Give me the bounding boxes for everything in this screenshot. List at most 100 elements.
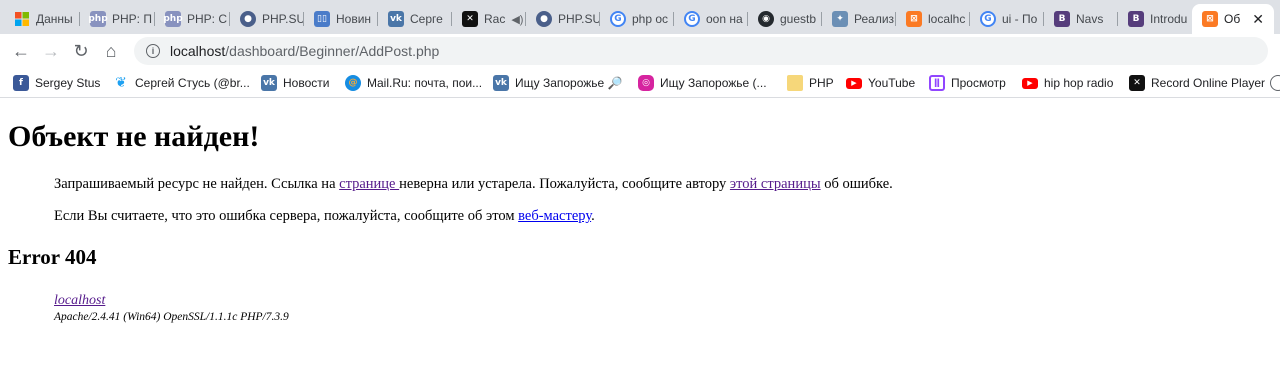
server-address: localhost Apache/2.4.41 (Win64) OpenSSL/… — [54, 291, 289, 323]
google-icon: G — [980, 11, 996, 27]
tab-label: localhc — [928, 12, 966, 26]
trello-icon: ▯▯ — [314, 11, 330, 27]
instagram-icon: ◎ — [638, 75, 654, 91]
tab-label: Новин — [336, 12, 372, 26]
text-segment: . — [591, 208, 595, 224]
bookmark-label: Сергей Стусь (@br... — [135, 76, 250, 90]
text-segment: неверна или устарела. Пожалуйста, сообщи… — [399, 176, 730, 192]
xampp-icon: ⊠ — [1202, 11, 1218, 27]
google-icon: G — [610, 11, 626, 27]
tab-sergey[interactable]: vk Серге — [378, 4, 452, 34]
tab-google-php[interactable]: G php oc — [600, 4, 674, 34]
php-icon: php — [88, 11, 108, 27]
bookmark-label: Просмотр — [951, 76, 1006, 90]
tab-dannye[interactable]: Данны — [4, 4, 80, 34]
bookmark-sergey-stus[interactable]: f Sergey Stus — [13, 73, 100, 93]
puzzle-icon: ✦ — [832, 11, 848, 27]
server-signature: Apache/2.4.41 (Win64) OpenSSL/1.1.1c PHP… — [54, 311, 289, 323]
tab-label: Реализ — [854, 12, 895, 26]
bookmark-folder-php[interactable]: PHP — [787, 73, 834, 93]
twitch-icon: ǁ — [929, 75, 945, 91]
bookmark-novosti[interactable]: vk Новости — [261, 73, 329, 93]
page-content: Объект не найден! Запрашиваемый ресурс н… — [0, 99, 1280, 389]
tab-label: Об — [1224, 12, 1241, 26]
forward-arrow-icon[interactable]: → — [36, 36, 66, 66]
bookmark-label: Mail.Ru: почта, пои... — [367, 76, 483, 90]
close-tab-icon[interactable]: ✕ — [1252, 11, 1264, 28]
tab-label: oon на — [706, 12, 743, 26]
bookmark-record-player[interactable]: ✕ Record Online Player — [1129, 73, 1265, 93]
tab-label: ui - По — [1002, 12, 1038, 26]
back-arrow-icon[interactable]: ← — [6, 36, 36, 66]
tab-phpsu-2[interactable]: ● PHP.SU — [526, 4, 600, 34]
tab-label: PHP: П — [112, 12, 152, 26]
record-icon: ✕ — [1129, 75, 1145, 91]
webmaster-link[interactable]: веб-мастеру — [518, 208, 591, 224]
globe-icon — [1270, 75, 1280, 91]
home-icon[interactable]: ⌂ — [96, 36, 126, 66]
page-author-link[interactable]: этой страницы — [730, 176, 821, 192]
tab-php-1[interactable]: php PHP: П — [80, 4, 155, 34]
text-segment: об ошибке. — [820, 176, 893, 192]
server-home-link[interactable]: localhost — [54, 293, 105, 308]
bookmark-label: Record Online Player — [1151, 76, 1266, 90]
vk-icon: vk — [261, 75, 277, 91]
tab-novosti[interactable]: ▯▯ Новин — [304, 4, 378, 34]
address-bar[interactable]: i localhost/dashboard/Beginner/AddPost.p… — [134, 37, 1268, 65]
bookmark-overflow[interactable] — [1270, 73, 1280, 93]
bookmark-label: Ищу Запорожье 🔎 — [515, 76, 623, 90]
tab-php-2[interactable]: php PHP: С — [155, 4, 230, 34]
bookmark-twitter[interactable]: ❦ Сергей Стусь (@br... — [113, 73, 250, 93]
record-icon: ✕ — [462, 11, 478, 27]
bookmark-mailru[interactable]: @ Mail.Ru: почта, пои... — [345, 73, 482, 93]
bookmark-twitch[interactable]: ǁ Просмотр — [929, 73, 1006, 93]
windows-icon — [14, 11, 30, 27]
tab-github[interactable]: ◉ guestb — [748, 4, 822, 34]
reload-icon[interactable]: ↻ — [66, 36, 96, 66]
bookmarks-bar: f Sergey Stus ❦ Сергей Стусь (@br... vk … — [0, 68, 1280, 98]
bookmark-label: Sergey Stus — [35, 76, 101, 90]
error-code-heading: Error 404 — [8, 245, 97, 269]
url-host: localhost — [170, 43, 226, 59]
tab-localhost[interactable]: ⊠ localhc — [896, 4, 970, 34]
tab-realiz[interactable]: ✦ Реализ — [822, 4, 896, 34]
error-description: Запрашиваемый ресурс не найден. Ссылка н… — [54, 176, 893, 193]
url-path: /dashboard/Beginner/AddPost.php — [225, 43, 440, 59]
tab-radio[interactable]: ✕ Rac ◀) — [452, 4, 526, 34]
facebook-icon: f — [13, 75, 29, 91]
tab-label: Серге — [410, 12, 443, 26]
tab-google-oop[interactable]: G oon на — [674, 4, 748, 34]
tab-label: Introdu — [1150, 12, 1188, 26]
bookmark-label: hip hop radio — [1044, 76, 1114, 90]
tab-navs[interactable]: B Navs — [1044, 4, 1118, 34]
tab-label: PHP: С — [187, 12, 228, 26]
vk-icon: vk — [493, 75, 509, 91]
youtube-icon: ▶ — [1022, 77, 1038, 89]
text-segment: Если Вы считаете, что это ошибка сервера… — [54, 208, 519, 224]
phpsu-icon: ● — [240, 11, 256, 27]
tab-label: Navs — [1076, 12, 1104, 26]
bookmark-hip-hop-radio[interactable]: ▶ hip hop radio — [1022, 73, 1113, 93]
tab-intro[interactable]: B Introdu — [1118, 4, 1192, 34]
bookmark-ishu-zp-instagram[interactable]: ◎ Ищу Запорожье (... — [638, 73, 767, 93]
tab-active-not-found[interactable]: ⊠ Об ✕ — [1192, 4, 1274, 34]
bookmark-label: YouTube — [868, 76, 916, 90]
bookmark-ishu-zp-vk[interactable]: vk Ищу Запорожье 🔎 — [493, 73, 623, 93]
tab-phpsu-1[interactable]: ● PHP.SU — [230, 4, 304, 34]
github-icon: ◉ — [758, 11, 774, 27]
referrer-link[interactable]: странице — [339, 176, 399, 192]
youtube-icon: ▶ — [846, 77, 862, 89]
tab-label: PHP.SU — [262, 12, 304, 26]
page-title: Объект не найден! — [8, 120, 260, 153]
google-icon: G — [684, 11, 700, 27]
bootstrap-icon: B — [1128, 11, 1144, 27]
bookmark-label: PHP — [809, 76, 834, 90]
tab-google-ui[interactable]: G ui - По — [970, 4, 1044, 34]
info-icon[interactable]: i — [146, 44, 160, 58]
tab-label: PHP.SU — [558, 12, 600, 26]
bookmark-youtube[interactable]: ▶ YouTube — [846, 73, 915, 93]
text-segment: Запрашиваемый ресурс не найден. Ссылка н… — [54, 176, 340, 192]
speaker-icon: ◀) — [511, 13, 524, 26]
vk-icon: vk — [388, 11, 404, 27]
server-error-note: Если Вы считаете, что это ошибка сервера… — [54, 208, 595, 225]
